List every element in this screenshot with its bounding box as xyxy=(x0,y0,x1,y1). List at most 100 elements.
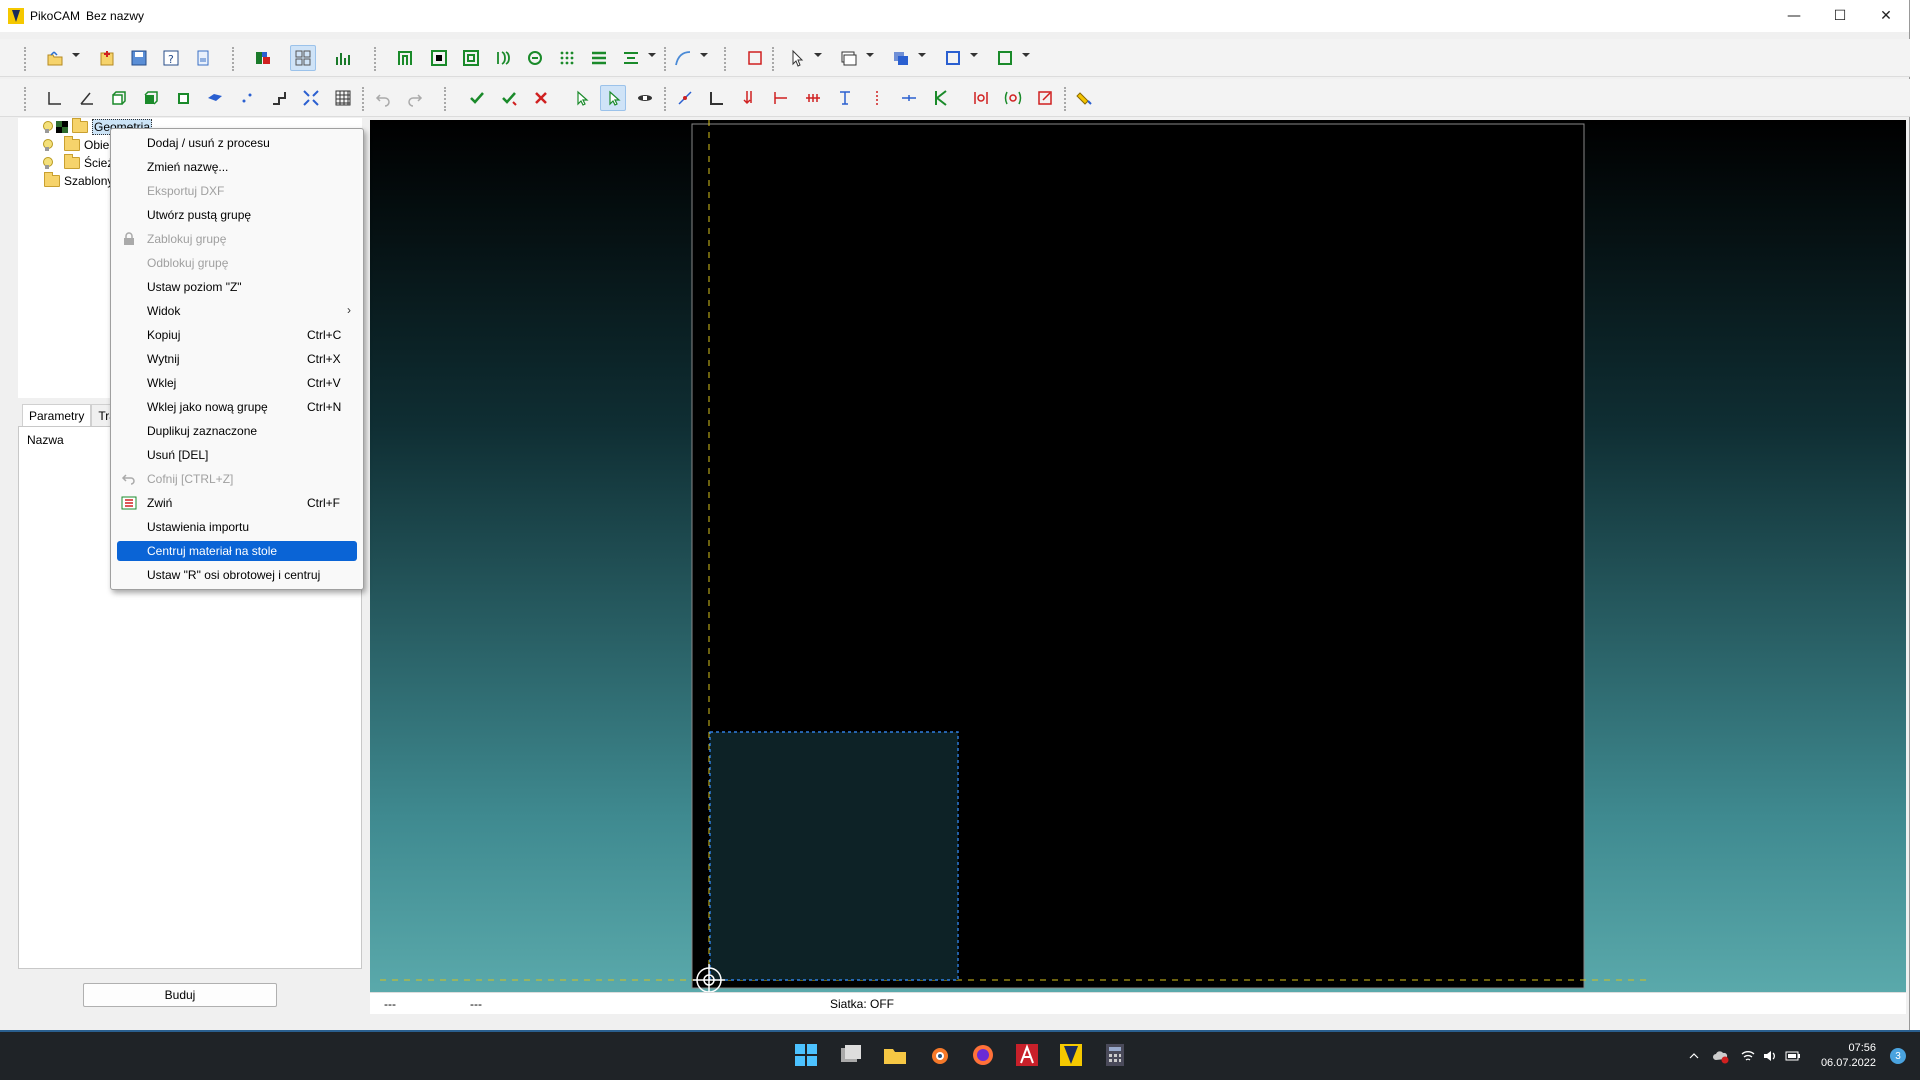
file-explorer-icon[interactable] xyxy=(882,1042,908,1068)
task-view-icon[interactable] xyxy=(838,1042,864,1068)
visibility-bulb-icon[interactable] xyxy=(42,156,53,170)
center-icon[interactable] xyxy=(896,85,922,111)
vertical-dashed-icon[interactable] xyxy=(864,85,890,111)
menu-item-delete[interactable]: Usuń [DEL] xyxy=(117,445,357,465)
toolbar-grip[interactable] xyxy=(724,47,728,71)
transform-icon[interactable] xyxy=(940,45,966,71)
toolbar-grip[interactable] xyxy=(664,87,668,111)
view-iso-icon[interactable] xyxy=(138,85,164,111)
angle-icon[interactable] xyxy=(704,85,730,111)
edit-box-icon[interactable] xyxy=(1032,85,1058,111)
axis-icon[interactable] xyxy=(42,85,68,111)
surface-icon[interactable] xyxy=(586,45,612,71)
toolbar-grip[interactable] xyxy=(1064,87,1068,111)
windows-start-icon[interactable] xyxy=(793,1042,819,1068)
menu-item-copy[interactable]: Kopiuj Ctrl+C xyxy=(117,325,357,345)
menu-item-paste-new-group[interactable]: Wklej jako nową grupę Ctrl+N xyxy=(117,397,357,417)
line-tool-icon[interactable] xyxy=(672,85,698,111)
chart-icon[interactable] xyxy=(330,45,356,71)
notification-badge[interactable]: 3 xyxy=(1890,1048,1906,1064)
vcarve-icon[interactable] xyxy=(522,45,548,71)
select-cursor-icon[interactable] xyxy=(784,45,810,71)
chevron-down-icon[interactable] xyxy=(1022,53,1030,57)
view-3d-icon[interactable] xyxy=(202,85,228,111)
curve-icon[interactable] xyxy=(670,45,696,71)
profile-path-icon[interactable] xyxy=(392,45,418,71)
cad-viewport[interactable] xyxy=(370,120,1906,992)
chevron-down-icon[interactable] xyxy=(700,53,708,57)
distribute-icon[interactable] xyxy=(800,85,826,111)
visibility-bulb-icon[interactable] xyxy=(42,138,53,152)
view-side-icon[interactable] xyxy=(170,85,196,111)
toolbar-grip[interactable] xyxy=(772,47,776,71)
boolean-icon[interactable] xyxy=(888,45,914,71)
pikocam-taskbar-icon[interactable] xyxy=(1058,1042,1084,1068)
redo-icon[interactable] xyxy=(402,85,428,111)
mirror-icon[interactable] xyxy=(968,85,994,111)
points-icon[interactable] xyxy=(234,85,260,111)
blender-icon[interactable] xyxy=(926,1042,952,1068)
align-top-icon[interactable] xyxy=(832,85,858,111)
mirror-center-icon[interactable] xyxy=(1000,85,1026,111)
menu-item-import-settings[interactable]: Ustawienia importu xyxy=(117,517,357,537)
menu-item-export-dxf[interactable]: Eksportuj DXF xyxy=(117,181,357,201)
undo-icon[interactable] xyxy=(370,85,396,111)
autocad-icon[interactable] xyxy=(1014,1042,1040,1068)
toolpath-options-icon[interactable] xyxy=(618,45,644,71)
step-icon[interactable] xyxy=(266,85,292,111)
menu-item-paste[interactable]: Wklej Ctrl+V xyxy=(117,373,357,393)
visibility-bulb-icon[interactable] xyxy=(42,120,53,134)
help-icon[interactable]: ? xyxy=(158,45,184,71)
chevron-down-icon[interactable] xyxy=(72,53,80,57)
cloud-sync-icon[interactable] xyxy=(1712,1048,1730,1064)
offset-icon[interactable] xyxy=(458,45,484,71)
materials-icon[interactable] xyxy=(250,45,276,71)
engrave-icon[interactable] xyxy=(490,45,516,71)
document-icon[interactable] xyxy=(190,45,216,71)
tree-item-obiekty[interactable]: Obiekt xyxy=(42,136,119,154)
build-button[interactable]: Buduj xyxy=(83,983,277,1007)
minimize-button[interactable]: — xyxy=(1771,0,1817,32)
firefox-icon[interactable] xyxy=(970,1042,996,1068)
tray-chevron-up-icon[interactable] xyxy=(1688,1050,1700,1062)
chevron-down-icon[interactable] xyxy=(866,53,874,57)
menu-item-rename[interactable]: Zmień nazwę... xyxy=(117,157,357,177)
grid-view-icon[interactable] xyxy=(290,45,316,71)
menu-item-collapse[interactable]: Zwiń Ctrl+F xyxy=(117,493,357,513)
save-icon[interactable] xyxy=(126,45,152,71)
align-bottom-icon[interactable] xyxy=(736,85,762,111)
menu-item-duplicate[interactable]: Duplikuj zaznaczone xyxy=(117,421,357,441)
drill-icon[interactable] xyxy=(554,45,580,71)
close-button[interactable]: ✕ xyxy=(1863,0,1909,32)
toolbar-grip[interactable] xyxy=(664,47,668,71)
menu-item-set-rotary-axis[interactable]: Ustaw "R" osi obrotowej i centruj xyxy=(117,565,357,585)
battery-icon[interactable] xyxy=(1784,1048,1802,1064)
chevron-down-icon[interactable] xyxy=(814,53,822,57)
menu-item-view[interactable]: Widok › xyxy=(117,301,357,321)
grid-toggle-icon[interactable] xyxy=(330,85,356,111)
menu-item-undo[interactable]: Cofnij [CTRL+Z] xyxy=(117,469,357,489)
menu-item-create-empty-group[interactable]: Utwórz pustą grupę xyxy=(117,205,357,225)
status-grid[interactable]: Siatka: OFF xyxy=(830,997,894,1011)
menu-item-cut[interactable]: Wytnij Ctrl+X xyxy=(117,349,357,369)
menu-item-unlock-group[interactable]: Odblokuj grupę xyxy=(117,253,357,273)
select-node-icon[interactable] xyxy=(568,85,594,111)
toolbar-grip[interactable] xyxy=(444,87,448,111)
chevron-down-icon[interactable] xyxy=(970,53,978,57)
pocket-icon[interactable] xyxy=(426,45,452,71)
zoom-fit-icon[interactable] xyxy=(298,85,324,111)
accept-icon[interactable] xyxy=(464,85,490,111)
menu-item-add-remove-process[interactable]: Dodaj / usuń z procesu xyxy=(117,133,357,153)
toolbar-grip[interactable] xyxy=(362,87,366,111)
layers-icon[interactable] xyxy=(836,45,862,71)
maximize-button[interactable]: ☐ xyxy=(1817,0,1863,32)
chevron-down-icon[interactable] xyxy=(648,53,656,57)
menu-item-center-material[interactable]: Centruj materiał na stole xyxy=(117,541,357,561)
tab-parametry[interactable]: Parametry xyxy=(22,404,92,426)
toolbar-grip[interactable] xyxy=(232,47,236,71)
toolbar-grip[interactable] xyxy=(374,47,378,71)
cancel-icon[interactable] xyxy=(528,85,554,111)
align-k-icon[interactable] xyxy=(928,85,954,111)
axis-rotate-icon[interactable] xyxy=(74,85,100,111)
accept-all-icon[interactable] xyxy=(496,85,522,111)
